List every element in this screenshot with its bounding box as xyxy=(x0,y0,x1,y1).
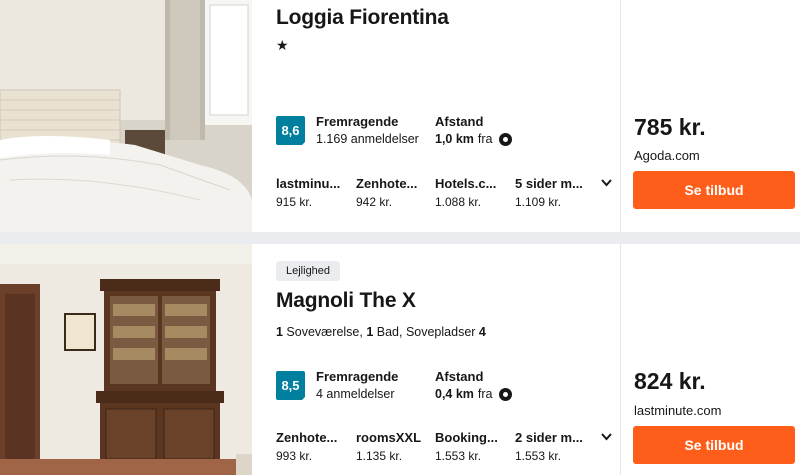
review-count: 4 anmeldelser xyxy=(316,387,395,401)
provider-name: Booking... xyxy=(435,430,498,445)
result-card-loggia-fiorentina: Loggia Fiorentina ★ 8,6 Fremragende 1.16… xyxy=(0,0,800,232)
distance-suffix: fra xyxy=(477,387,493,401)
bedroom-label: Soveværelse, xyxy=(282,325,367,339)
provider-name: Zenhote... xyxy=(356,176,418,191)
result-card-magnoli-the-x: Lejlighed Magnoli The X 1 Soveværelse, 1… xyxy=(0,244,800,475)
distance: Afstand 1,0 km fra xyxy=(435,114,512,146)
distance-value[interactable]: 0,4 km fra xyxy=(435,387,512,401)
map-pin-icon[interactable] xyxy=(498,387,512,401)
rating-score: 8,6 xyxy=(276,116,306,146)
bath-label: Bad, Sovepladser xyxy=(373,325,479,339)
provider-price: 942 kr. xyxy=(356,195,393,209)
provider-item[interactable]: 5 sider m... 1.109 kr. xyxy=(515,176,591,209)
provider-item[interactable]: 2 sider m... 1.553 kr. xyxy=(515,430,591,463)
rating-score: 8,5 xyxy=(276,371,306,401)
provider-name: roomsXXL xyxy=(356,430,422,445)
provider-name: 2 sider m... xyxy=(515,430,583,445)
hotel-name[interactable]: Loggia Fiorentina xyxy=(276,6,449,30)
rating-distance-row: 8,5 Fremragende 4 anmeldelser Afstand 0,… xyxy=(276,369,616,409)
provider-list: Zenhote... 993 kr. roomsXXL 1.135 kr. Bo… xyxy=(276,430,616,466)
distance-km: 1,0 km xyxy=(435,132,474,146)
booking-site[interactable]: lastminute.com xyxy=(634,403,721,418)
price[interactable]: 785 kr. xyxy=(634,114,706,141)
review-count: 1.169 anmeldelser xyxy=(316,132,419,146)
hotel-info: Loggia Fiorentina ★ 8,6 Fremragende 1.16… xyxy=(276,0,616,232)
hotel-photo[interactable] xyxy=(0,0,252,232)
provider-name: lastminu... xyxy=(276,176,341,191)
sleeps-count: 4 xyxy=(478,325,486,339)
hotel-name[interactable]: Magnoli The X xyxy=(276,289,416,313)
star-icon: ★ xyxy=(276,37,289,53)
provider-name: Hotels.c... xyxy=(435,176,497,191)
rating-distance-row: 8,6 Fremragende 1.169 anmeldelser Afstan… xyxy=(276,114,616,154)
rating-label: Fremragende xyxy=(316,369,399,384)
rating-label: Fremragende xyxy=(316,114,399,129)
provider-name: 5 sider m... xyxy=(515,176,583,191)
distance-label: Afstand xyxy=(435,369,484,384)
distance-km: 0,4 km xyxy=(435,387,474,401)
provider-price: 1.088 kr. xyxy=(435,195,482,209)
distance: Afstand 0,4 km fra xyxy=(435,369,512,401)
price-column: 785 kr. Agoda.com Se tilbud xyxy=(621,0,800,232)
provider-price: 993 kr. xyxy=(276,449,313,463)
provider-price: 1.553 kr. xyxy=(435,449,482,463)
distance-value[interactable]: 1,0 km fra xyxy=(435,132,512,146)
provider-price: 1.109 kr. xyxy=(515,195,562,209)
price[interactable]: 824 kr. xyxy=(634,368,706,395)
apartment-details: 1 Soveværelse, 1 Bad, Sovepladser 4 xyxy=(276,325,486,339)
provider-item[interactable]: Zenhote... 993 kr. xyxy=(276,430,352,463)
rating-text[interactable]: Fremragende 1.169 anmeldelser xyxy=(316,114,419,146)
booking-site[interactable]: Agoda.com xyxy=(634,148,700,163)
provider-price: 1.553 kr. xyxy=(515,449,562,463)
provider-price: 915 kr. xyxy=(276,195,313,209)
bedroom-count: 1 xyxy=(276,325,283,339)
property-type-badge: Lejlighed xyxy=(276,261,341,281)
provider-list: lastminu... 915 kr. Zenhote... 942 kr. H… xyxy=(276,176,616,212)
distance-suffix: fra xyxy=(477,132,493,146)
chevron-down-icon[interactable] xyxy=(601,430,612,444)
distance-label: Afstand xyxy=(435,114,484,129)
provider-item[interactable]: lastminu... 915 kr. xyxy=(276,176,352,209)
provider-item[interactable]: roomsXXL 1.135 kr. xyxy=(356,430,432,463)
provider-name: Zenhote... xyxy=(276,430,338,445)
provider-item[interactable]: Zenhote... 942 kr. xyxy=(356,176,432,209)
provider-item[interactable]: Hotels.c... 1.088 kr. xyxy=(435,176,511,209)
hotel-photo[interactable] xyxy=(0,244,252,475)
provider-item[interactable]: Booking... 1.553 kr. xyxy=(435,430,511,463)
hotel-info: Lejlighed Magnoli The X 1 Soveværelse, 1… xyxy=(276,244,616,475)
rating-text[interactable]: Fremragende 4 anmeldelser xyxy=(316,369,398,401)
map-pin-icon[interactable] xyxy=(498,132,512,146)
price-column: 824 kr. lastminute.com Se tilbud xyxy=(621,244,800,475)
provider-price: 1.135 kr. xyxy=(356,449,403,463)
see-deal-button[interactable]: Se tilbud xyxy=(633,426,795,464)
see-deal-button[interactable]: Se tilbud xyxy=(633,171,795,209)
chevron-down-icon[interactable] xyxy=(601,176,612,190)
